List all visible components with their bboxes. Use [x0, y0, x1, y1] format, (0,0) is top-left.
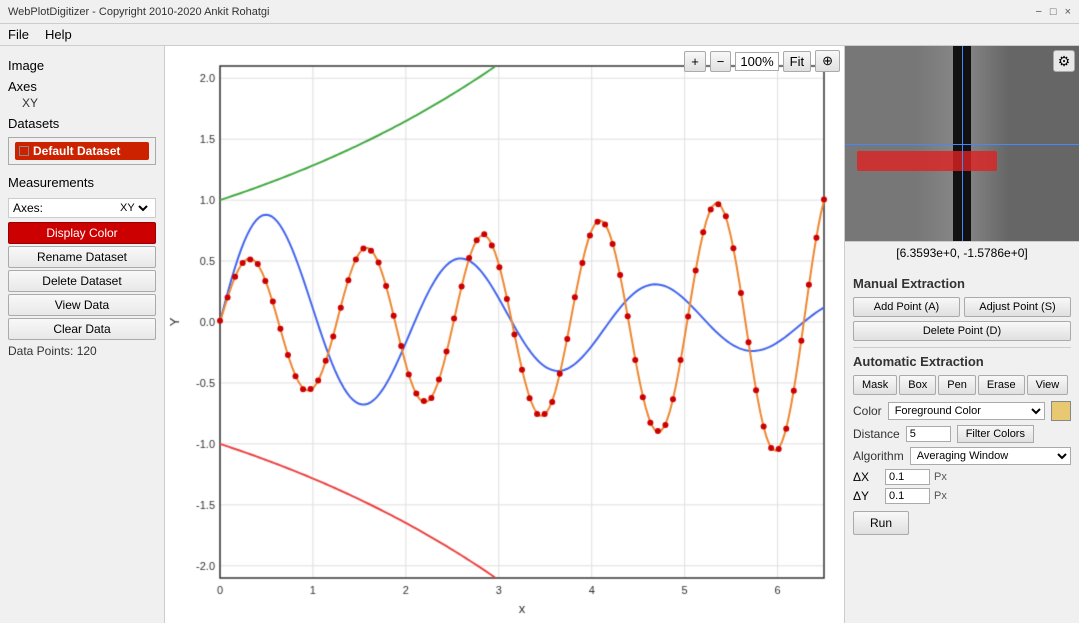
add-point-button[interactable]: Add Point (A)	[853, 297, 960, 317]
rename-dataset-button[interactable]: Rename Dataset	[8, 246, 156, 268]
axes-type-label[interactable]: XY	[8, 96, 156, 110]
delta-y-row: ΔY Px	[853, 488, 1071, 504]
axes-select[interactable]: XY	[116, 201, 151, 215]
zoom-in-button[interactable]: +	[684, 51, 706, 72]
dataset-color-indicator	[19, 146, 29, 156]
delete-dataset-button[interactable]: Delete Dataset	[8, 270, 156, 292]
extraction-panel: Manual Extraction Add Point (A) Adjust P…	[845, 264, 1079, 623]
crosshair-vertical	[962, 46, 963, 241]
datasets-box: Default Dataset	[8, 137, 156, 165]
axes-label: Axes	[8, 79, 156, 94]
axes-selector-row: Axes: XY	[8, 198, 156, 218]
separator-1	[853, 347, 1071, 348]
axes-row-label: Axes:	[13, 201, 43, 215]
distance-param-row: Distance Filter Colors	[853, 425, 1071, 443]
mask-button[interactable]: Mask	[853, 375, 897, 395]
delta-y-unit: Px	[934, 490, 947, 502]
color-param-row: Color Foreground Color Background Color …	[853, 401, 1071, 421]
zoom-level-display: 100%	[735, 52, 778, 71]
fit-button[interactable]: Fit	[783, 51, 811, 72]
app-title: WebPlotDigitizer - Copyright 2010-2020 A…	[8, 6, 270, 18]
crosshair-button[interactable]: ⊕	[815, 50, 840, 72]
adjust-point-button[interactable]: Adjust Point (S)	[964, 297, 1071, 317]
box-button[interactable]: Box	[899, 375, 936, 395]
algorithm-param-row: Algorithm Averaging Window X Step Blob D…	[853, 447, 1071, 465]
erase-button[interactable]: Erase	[978, 375, 1025, 395]
filter-colors-button[interactable]: Filter Colors	[957, 425, 1034, 443]
delta-x-input[interactable]	[885, 469, 930, 485]
dataset-name: Default Dataset	[33, 144, 120, 158]
menu-file[interactable]: File	[8, 27, 29, 42]
distance-input[interactable]	[906, 426, 951, 442]
algorithm-dropdown[interactable]: Averaging Window X Step Blob Detector	[910, 447, 1071, 465]
menu-help[interactable]: Help	[45, 27, 72, 42]
delta-x-unit: Px	[934, 471, 947, 483]
automatic-extraction-title: Automatic Extraction	[853, 354, 1071, 369]
display-color-button[interactable]: Display Color	[8, 222, 156, 244]
chart-area: + − 100% Fit ⊕	[165, 46, 844, 623]
delta-x-row: ΔX Px	[853, 469, 1071, 485]
close-button[interactable]: ×	[1065, 6, 1071, 18]
image-label: Image	[8, 58, 156, 73]
minimize-button[interactable]: −	[1035, 6, 1041, 18]
window-controls[interactable]: − □ ×	[1035, 6, 1071, 18]
right-panel: ⚙ [6.3593e+0, -1.5786e+0] Manual Extract…	[844, 46, 1079, 623]
delta-y-label: ΔY	[853, 489, 881, 503]
data-points-count: Data Points: 120	[8, 344, 156, 358]
main-layout: Image Axes XY Datasets Default Dataset M…	[0, 46, 1079, 623]
color-label: Color	[853, 404, 882, 418]
color-dropdown[interactable]: Foreground Color Background Color Custom	[888, 402, 1045, 420]
run-button[interactable]: Run	[853, 511, 909, 535]
preview-red-streak	[857, 151, 997, 171]
measurements-label: Measurements	[8, 175, 156, 190]
delta-x-label: ΔX	[853, 470, 881, 484]
algorithm-label: Algorithm	[853, 449, 904, 463]
gear-icon: ⚙	[1058, 53, 1071, 70]
settings-icon-button[interactable]: ⚙	[1053, 50, 1075, 72]
titlebar: WebPlotDigitizer - Copyright 2010-2020 A…	[0, 0, 1079, 24]
clear-data-button[interactable]: Clear Data	[8, 318, 156, 340]
plot-canvas[interactable]	[165, 46, 844, 623]
coords-display: [6.3593e+0, -1.5786e+0]	[845, 241, 1079, 264]
distance-label: Distance	[853, 427, 900, 441]
view-data-button[interactable]: View Data	[8, 294, 156, 316]
maximize-button[interactable]: □	[1050, 6, 1057, 18]
view-button[interactable]: View	[1027, 375, 1069, 395]
manual-extraction-buttons: Add Point (A) Adjust Point (S)	[853, 297, 1071, 317]
color-swatch[interactable]	[1051, 401, 1071, 421]
preview-area: ⚙	[845, 46, 1079, 241]
datasets-label: Datasets	[8, 116, 156, 131]
preview-image	[845, 46, 1079, 241]
manual-extraction-buttons-2: Delete Point (D)	[853, 321, 1071, 341]
auto-extraction-tool-buttons: Mask Box Pen Erase View	[853, 375, 1071, 395]
sidebar: Image Axes XY Datasets Default Dataset M…	[0, 46, 165, 623]
delete-point-button[interactable]: Delete Point (D)	[853, 321, 1071, 341]
default-dataset-item[interactable]: Default Dataset	[15, 142, 149, 160]
dataset-controls: Axes: XY Display Color Rename Dataset De…	[8, 198, 156, 358]
delta-y-input[interactable]	[885, 488, 930, 504]
zoom-out-button[interactable]: −	[710, 51, 732, 72]
menubar: File Help	[0, 24, 1079, 46]
pen-button[interactable]: Pen	[938, 375, 976, 395]
manual-extraction-title: Manual Extraction	[853, 276, 1071, 291]
chart-toolbar: + − 100% Fit ⊕	[684, 50, 840, 72]
